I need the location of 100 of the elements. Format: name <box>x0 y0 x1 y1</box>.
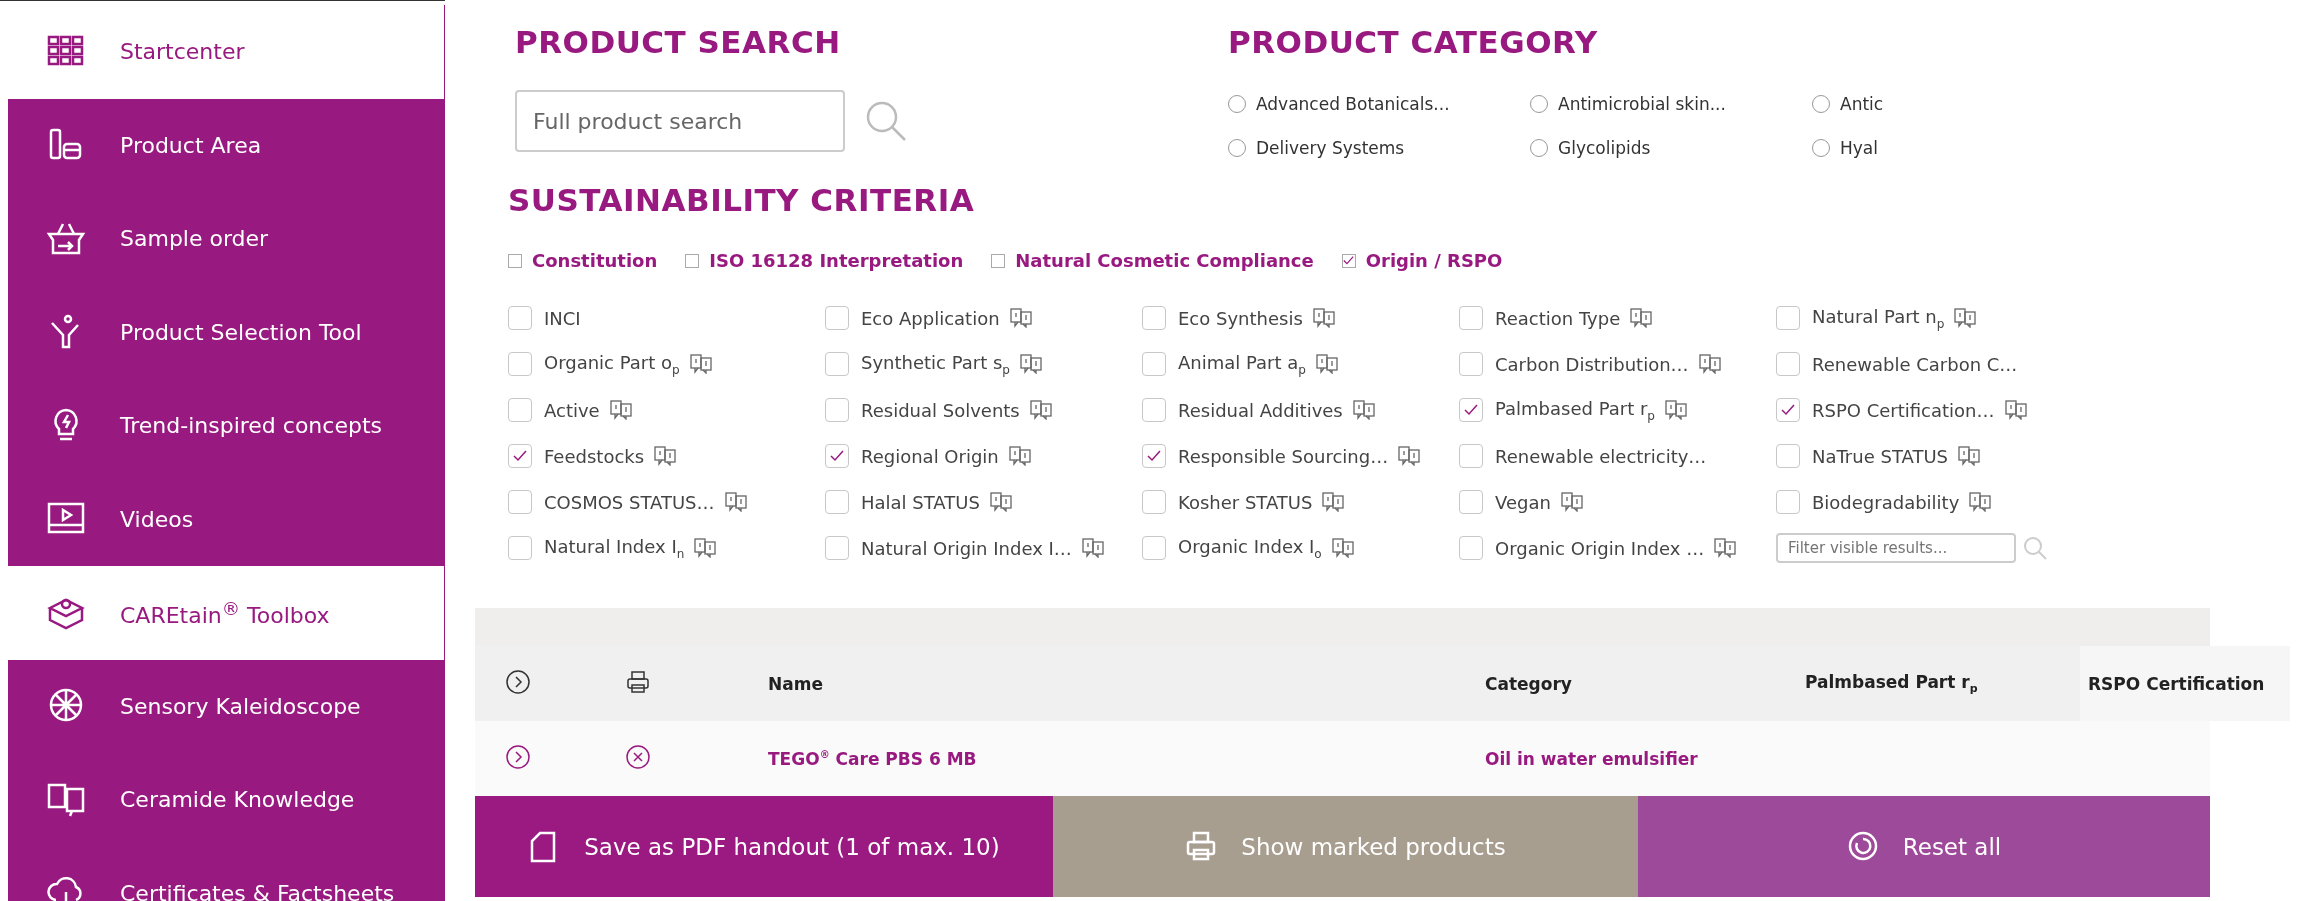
criterion-label[interactable]: Halal STATUS <box>861 491 980 513</box>
criterion-label[interactable]: Renewable electricity… <box>1495 445 1707 467</box>
column-header[interactable]: RSPO Certification <box>2080 646 2290 721</box>
info-icon[interactable] <box>1698 354 1721 374</box>
category-option[interactable]: Advanced Botanicals... <box>1256 94 1450 114</box>
info-icon[interactable] <box>989 492 1012 512</box>
sidebar-item[interactable]: Certificates & Factsheets <box>8 846 445 901</box>
info-icon[interactable] <box>1630 308 1653 328</box>
checkbox[interactable] <box>508 352 532 376</box>
info-icon[interactable] <box>1969 492 1992 512</box>
sidebar-item[interactable]: Product Area <box>8 98 445 192</box>
info-icon[interactable] <box>1008 446 1031 466</box>
category-option[interactable]: Antimicrobial skin... <box>1558 94 1726 114</box>
criterion-label[interactable]: Biodegradability <box>1812 491 1960 513</box>
criteria-group-label[interactable]: Constitution <box>532 250 658 271</box>
print-icon[interactable] <box>625 668 651 695</box>
checkbox[interactable] <box>1142 398 1166 422</box>
criterion-label[interactable]: Natural Index I$_{n}$ <box>544 535 685 561</box>
checkbox[interactable] <box>1142 490 1166 514</box>
category-option[interactable]: Delivery Systems <box>1256 138 1405 158</box>
criterion-label[interactable]: Renewable Carbon C… <box>1812 353 2018 375</box>
checkbox[interactable] <box>1459 398 1483 422</box>
info-icon[interactable] <box>1560 492 1583 512</box>
remove-icon[interactable] <box>625 743 651 770</box>
criterion-label[interactable]: Residual Solvents <box>861 399 1020 421</box>
info-icon[interactable] <box>1322 492 1345 512</box>
criterion-label[interactable]: Carbon Distribution… <box>1495 353 1689 375</box>
checkbox[interactable] <box>1142 352 1166 376</box>
info-icon[interactable] <box>1081 538 1104 558</box>
criterion-label[interactable]: Natural Origin Index I… <box>861 537 1072 559</box>
criterion-label[interactable]: Organic Index I$_{o}$ <box>1178 535 1322 561</box>
criterion-label[interactable]: Regional Origin <box>861 445 999 467</box>
checkbox[interactable] <box>825 536 849 560</box>
checkbox[interactable] <box>1776 444 1800 468</box>
criterion-label[interactable]: Vegan <box>1495 491 1551 513</box>
info-icon[interactable] <box>1331 538 1354 558</box>
product-name-link[interactable]: TEGO$^{®}$ Care PBS 6 MB <box>768 748 1485 769</box>
criterion-label[interactable]: Eco Synthesis <box>1178 307 1303 329</box>
column-header[interactable]: Palmbased Part r$_{p}$ <box>1805 671 2080 696</box>
column-header[interactable]: Name <box>768 673 1485 694</box>
sidebar-item[interactable]: Product Selection Tool <box>8 285 445 379</box>
criterion-label[interactable]: Organic Part o$_{p}$ <box>544 351 680 377</box>
checkbox[interactable] <box>825 444 849 468</box>
sidebar-item[interactable]: Sensory Kaleidoscope <box>8 659 445 753</box>
checkbox[interactable] <box>825 398 849 422</box>
criterion-label[interactable]: Reaction Type <box>1495 307 1621 329</box>
checkbox[interactable] <box>1142 444 1166 468</box>
info-icon[interactable] <box>1714 538 1737 558</box>
info-icon[interactable] <box>1312 308 1335 328</box>
checkbox[interactable] <box>1459 536 1483 560</box>
info-icon[interactable] <box>1958 446 1980 466</box>
checkbox[interactable] <box>1459 306 1483 330</box>
checkbox[interactable] <box>508 490 532 514</box>
criterion-label[interactable]: Synthetic Part s$_{p}$ <box>861 351 1010 377</box>
category-option[interactable]: Antic <box>1840 94 1884 114</box>
checkbox[interactable] <box>508 444 532 468</box>
checkbox[interactable] <box>1142 536 1166 560</box>
info-icon[interactable] <box>609 400 632 420</box>
info-icon[interactable] <box>2004 400 2027 420</box>
checkbox[interactable] <box>825 352 849 376</box>
sidebar-item[interactable]: Sample order <box>8 192 445 286</box>
chevron-circle-icon[interactable] <box>505 668 531 695</box>
checkbox[interactable] <box>1341 253 1356 268</box>
info-icon[interactable] <box>1664 400 1687 420</box>
checkbox[interactable] <box>508 306 532 330</box>
criterion-label[interactable]: RSPO Certification… <box>1812 399 1995 421</box>
info-icon[interactable] <box>1398 446 1421 466</box>
info-icon[interactable] <box>724 492 747 512</box>
criterion-label[interactable]: Active <box>544 399 600 421</box>
checkbox[interactable] <box>1459 352 1483 376</box>
info-icon[interactable] <box>1352 400 1375 420</box>
checkbox[interactable] <box>508 398 532 422</box>
checkbox[interactable] <box>1459 444 1483 468</box>
criterion-label[interactable]: COSMOS STATUS… <box>544 491 715 513</box>
category-option[interactable]: Hyal <box>1840 138 1878 158</box>
chevron-circle-icon[interactable] <box>505 743 531 770</box>
filter-field[interactable]: Filter visible results... <box>1776 533 2016 563</box>
checkbox[interactable] <box>825 306 849 330</box>
info-icon[interactable] <box>1315 354 1338 374</box>
info-icon[interactable] <box>1029 400 1052 420</box>
sidebar-item[interactable]: Trend-inspired concepts <box>8 379 445 473</box>
checkbox[interactable] <box>685 253 700 268</box>
info-icon[interactable] <box>694 538 717 558</box>
criteria-group-label[interactable]: ISO 16128 Interpretation <box>709 250 964 271</box>
criteria-group-label[interactable]: Origin / RSPO <box>1365 250 1503 271</box>
checkbox[interactable] <box>1776 398 1800 422</box>
criterion-label[interactable]: INCI <box>544 307 581 329</box>
checkbox[interactable] <box>508 536 532 560</box>
checkbox[interactable] <box>1142 306 1166 330</box>
category-option[interactable]: Glycolipids <box>1558 138 1651 158</box>
criterion-label[interactable]: Feedstocks <box>544 445 645 467</box>
checkbox[interactable] <box>825 490 849 514</box>
column-header[interactable]: Category <box>1485 673 1805 694</box>
checkbox[interactable] <box>508 253 522 268</box>
info-icon[interactable] <box>1009 308 1032 328</box>
criteria-group-label[interactable]: Natural Cosmetic Compliance <box>1015 250 1314 271</box>
search-field[interactable]: Full product search <box>515 90 845 152</box>
criterion-label[interactable]: Responsible Sourcing… <box>1178 445 1389 467</box>
action-button[interactable]: Reset all <box>1638 796 2210 897</box>
checkbox[interactable] <box>1776 352 1800 376</box>
